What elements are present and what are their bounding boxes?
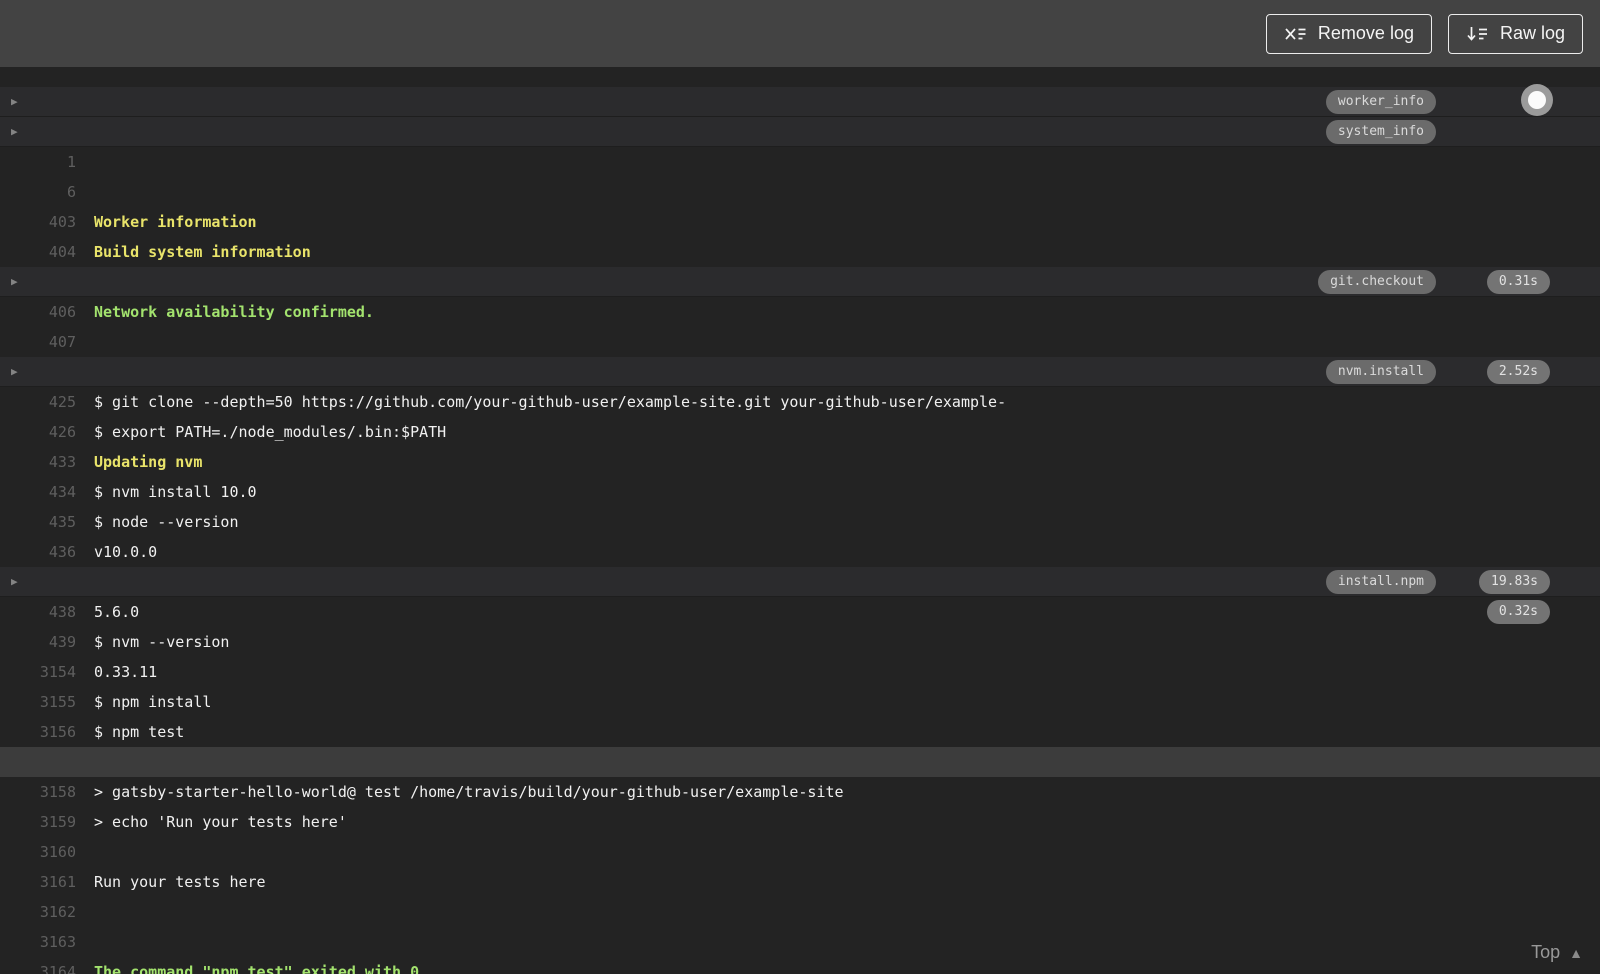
log-line: 3163 [0, 867, 1600, 951]
scroll-indicator-button[interactable] [1521, 84, 1553, 116]
line-number[interactable]: 3164 [0, 957, 76, 974]
log-line: 424 $ export PATH=./node_modules/.bin:$P… [0, 297, 1600, 441]
log-line: 425 Updating nvm [0, 327, 1600, 471]
fold-tag-badge: nvm.install [1325, 360, 1436, 384]
fold-tag-badge: git.checkout [1318, 270, 1436, 294]
top-link-label: Top [1531, 942, 1561, 962]
fold-arrow-icon[interactable]: ▶ [11, 567, 29, 597]
fold-arrow-icon[interactable]: ▶ [11, 267, 29, 297]
log-line: 433 $ node --version [0, 387, 1600, 531]
log-line: 3162 The command "npm test" exited with … [0, 837, 1600, 974]
remove-log-button[interactable]: Remove log [1265, 13, 1432, 54]
fold-arrow-icon[interactable]: ▶ [11, 87, 29, 117]
log-line: 3161 [0, 807, 1600, 891]
caret-up-icon: ▲ [1569, 944, 1583, 961]
fold-tag-badge: worker_info [1325, 90, 1436, 114]
log-line: 3155 [0, 627, 1600, 711]
duration-badge: 19.83s [1479, 570, 1550, 594]
fold-arrow-icon[interactable]: ▶ [11, 117, 29, 147]
log-line: 438 0.33.11 [0, 537, 1600, 681]
fold-tag-badge: system_info [1325, 120, 1436, 144]
log-line: 435 $ npm --version [0, 447, 1600, 591]
raw-log-button[interactable]: Raw log [1447, 13, 1583, 54]
log-line: ▶ 1 Worker information worker_info [0, 87, 1600, 231]
log-line: 3156 > gatsby-starter-hello-world@ test … [0, 657, 1600, 801]
log-line: 406 [0, 237, 1600, 321]
log-line: ▶ 426 $ nvm install 10.0 nvm.install 2.5… [0, 357, 1600, 501]
log-line: 437 $ nvm --version [0, 507, 1600, 651]
top-link[interactable]: Top ▲ [1531, 942, 1583, 963]
log-line: 405 [0, 207, 1600, 291]
remove-log-label: Remove log [1317, 23, 1414, 43]
fold-tag-badge: install.npm [1325, 570, 1436, 594]
log-line: ▶ 6 Build system information system_info [0, 117, 1600, 261]
duration-badge: 0.31s [1486, 270, 1550, 294]
log-line: 403 [0, 147, 1600, 231]
log-line: 3154 $ npm test 0.32s [0, 597, 1600, 741]
log-line: 3160 [0, 777, 1600, 861]
log-line: 404 Network availability confirmed. [0, 177, 1600, 321]
log-line: 3164 Done. Your build exited with 0. [0, 897, 1600, 974]
remove-log-icon [1284, 25, 1307, 43]
log-line: 3159 Run your tests here [0, 747, 1600, 891]
duration-badge: 0.32s [1486, 600, 1550, 624]
log-line: ▶ 439 $ npm install install.npm 19.83s [0, 567, 1600, 711]
log-line: 3157 > echo 'Run your tests here' [0, 687, 1600, 831]
log-line: ▶ 407 $ git clone --depth=50 https://git… [0, 267, 1600, 411]
raw-log-label: Raw log [1499, 23, 1565, 43]
raw-log-icon [1466, 25, 1489, 43]
log-lines: ▶ 1 Worker information worker_info ▶ 6 B… [0, 87, 1600, 974]
log-area: ▶ 1 Worker information worker_info ▶ 6 B… [0, 67, 1600, 974]
log-line: 436 5.6.0 [0, 477, 1600, 621]
toolbar: Remove log Raw log [0, 0, 1600, 67]
fold-arrow-icon[interactable]: ▶ [11, 357, 29, 387]
duration-badge: 2.52s [1486, 360, 1550, 384]
log-line: 3158 [0, 717, 1600, 801]
log-line: 434 v10.0.0 [0, 417, 1600, 561]
